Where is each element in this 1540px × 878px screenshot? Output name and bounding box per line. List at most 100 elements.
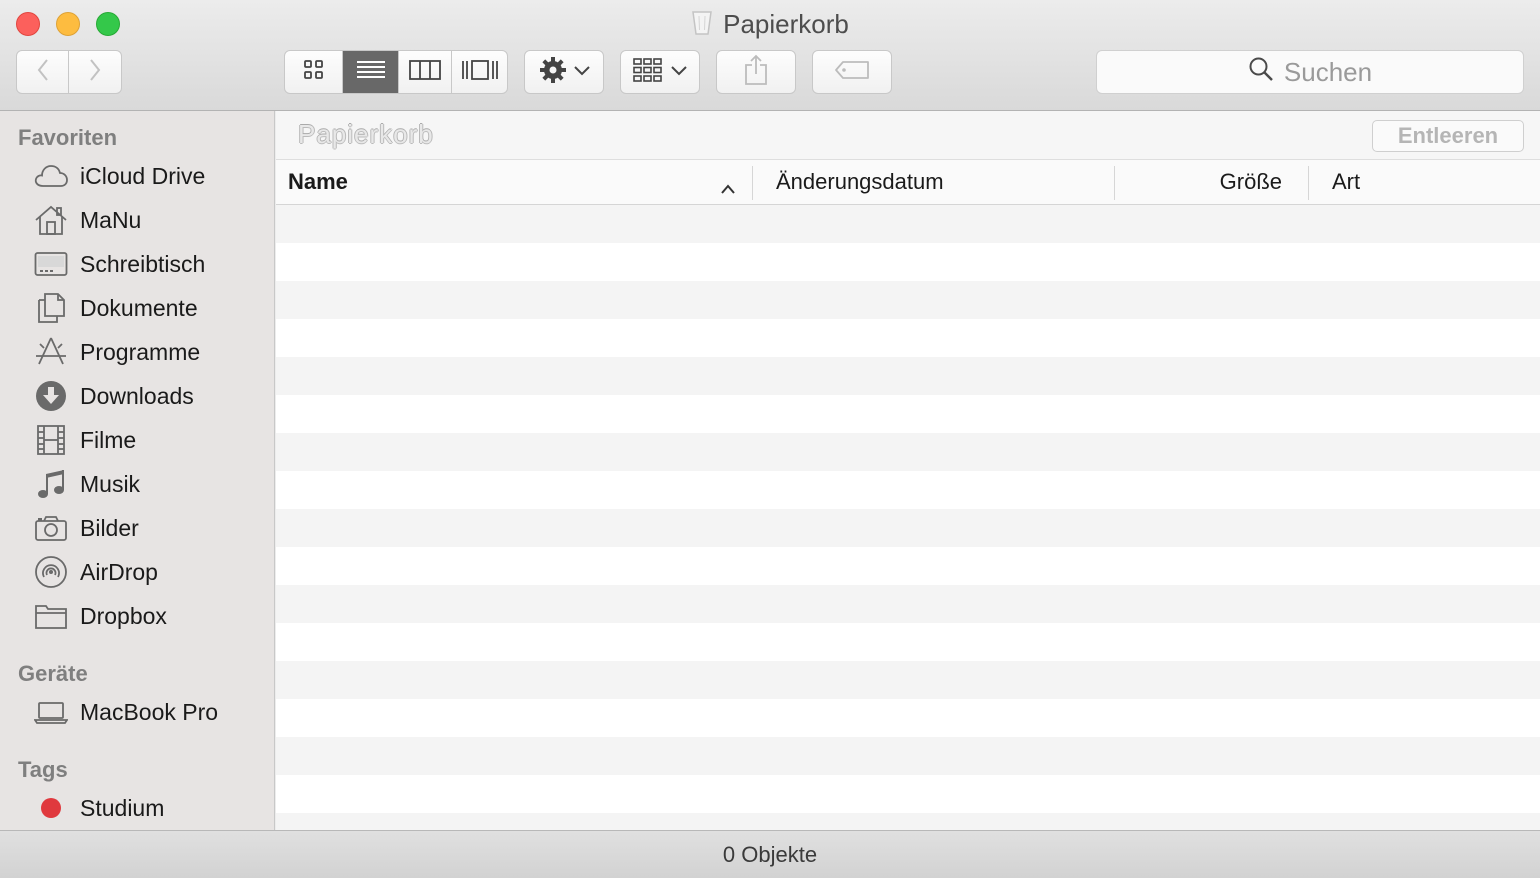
sidebar-item-label: Programme [80,338,201,365]
sidebar-item-schreibtisch[interactable]: Schreibtisch [34,244,205,284]
sidebar-item-icloud-drive[interactable]: iCloud Drive [34,156,205,196]
documents-icon [34,292,68,324]
sidebar-item-macbook-pro[interactable]: MacBook Pro [34,692,218,732]
icon-view-icon [303,59,325,86]
empty-row [276,205,1540,243]
sidebar-item-dropbox[interactable]: Dropbox [34,596,167,636]
desktop-icon [34,248,68,280]
trash-icon [691,8,713,43]
column-label-kind: Art [1332,169,1361,194]
action-menu-button[interactable] [524,50,604,94]
tag-color-dot [34,792,68,824]
sidebar-item-tag-studium[interactable]: Studium [34,788,164,828]
airdrop-icon [34,556,68,588]
tag-icon [834,60,870,85]
column-view-icon [409,59,442,85]
column-label-name: Name [288,169,348,194]
sidebar-item-label: Dropbox [80,602,167,629]
sidebar-item-label: Filme [80,426,137,453]
status-bar: 0 Objekte [0,830,1540,878]
sidebar-section-tags: Tags [18,757,68,782]
share-button[interactable] [716,50,796,94]
music-icon [34,468,68,500]
folder-icon [34,600,68,632]
empty-row [276,623,1540,661]
view-mode-control [284,50,508,94]
sidebar-item-label: AirDrop [80,558,158,585]
chevron-down-icon [574,63,590,81]
column-header-name[interactable]: Name [288,160,750,204]
arrange-menu-button[interactable] [620,50,700,94]
empty-row [276,433,1540,471]
sidebar-section-favorites: Favoriten [18,125,118,150]
navigation-buttons [16,50,122,94]
column-view-button[interactable] [399,51,453,93]
column-header-date[interactable]: Änderungsdatum [776,160,1106,204]
empty-row [276,737,1540,775]
column-divider[interactable] [752,166,753,200]
icon-view-button[interactable] [285,51,344,93]
column-divider[interactable] [1308,166,1309,200]
folder-title: Papierkorb [298,119,434,149]
sidebar-item-label: Downloads [80,382,194,409]
sidebar-item-label: MacBook Pro [80,698,219,725]
share-icon [744,54,768,91]
forward-button[interactable] [69,51,121,93]
empty-row [276,699,1540,737]
sidebar-item-label: Dokumente [80,294,198,321]
chevron-left-icon [36,58,50,87]
sidebar-item-downloads[interactable]: Downloads [34,376,194,416]
coverflow-view-button[interactable] [452,51,507,93]
empty-trash-button[interactable]: Entleeren [1372,120,1524,152]
sidebar-item-label: Schreibtisch [80,250,206,277]
folder-header-bar: Papierkorb Entleeren [276,111,1540,160]
column-divider[interactable] [1114,166,1115,200]
sidebar-item-filme[interactable]: Filme [34,420,136,460]
empty-row [276,471,1540,509]
column-header: Name Änderungsdatum Größe Art [276,160,1540,205]
empty-row [276,585,1540,623]
list-view-button[interactable] [343,51,399,93]
cloud-icon [34,160,68,192]
empty-row [276,509,1540,547]
column-label-size: Größe [1219,169,1282,194]
downloads-icon [34,380,68,412]
camera-icon [34,512,68,544]
coverflow-view-icon [461,59,499,86]
back-button[interactable] [17,51,70,93]
empty-row [276,319,1540,357]
empty-row [276,661,1540,699]
column-header-kind[interactable]: Art [1332,160,1532,204]
empty-row [276,775,1540,813]
sidebar-item-label: Studium [80,794,165,821]
sidebar-item-musik[interactable]: Musik [34,464,140,504]
sidebar-item-airdrop[interactable]: AirDrop [34,552,158,592]
home-icon [34,204,68,236]
chevron-down-icon [671,63,687,81]
sidebar-item-bilder[interactable]: Bilder [34,508,139,548]
search-icon [1248,56,1284,89]
arrange-grid-icon [633,57,663,87]
search-field[interactable]: Suchen [1096,50,1524,94]
window-title-label: Papierkorb [723,9,849,39]
item-count: 0 Objekte [722,841,818,867]
sidebar-item-label: MaNu [80,206,142,233]
sidebar-item-label: Bilder [80,514,139,541]
window-toolbar: Papierkorb Suchen [0,0,1540,111]
applications-icon [34,336,68,368]
sidebar-item-label: Musik [80,470,141,497]
empty-row [276,243,1540,281]
window-title: Papierkorb [0,8,1540,43]
empty-row [276,813,1540,830]
column-header-size[interactable]: Größe [1116,160,1282,204]
column-label-date: Änderungsdatum [776,169,944,194]
empty-row [276,357,1540,395]
sidebar-item-programme[interactable]: Programme [34,332,200,372]
empty-row [276,547,1540,585]
search-placeholder: Suchen [1283,56,1373,87]
empty-row [276,281,1540,319]
sidebar-item-dokumente[interactable]: Dokumente [34,288,198,328]
sidebar: Favoriten iCloud Drive MaNu Schreibtisch… [0,111,275,830]
sidebar-item-manu[interactable]: MaNu [34,200,141,240]
edit-tags-button[interactable] [812,50,892,94]
